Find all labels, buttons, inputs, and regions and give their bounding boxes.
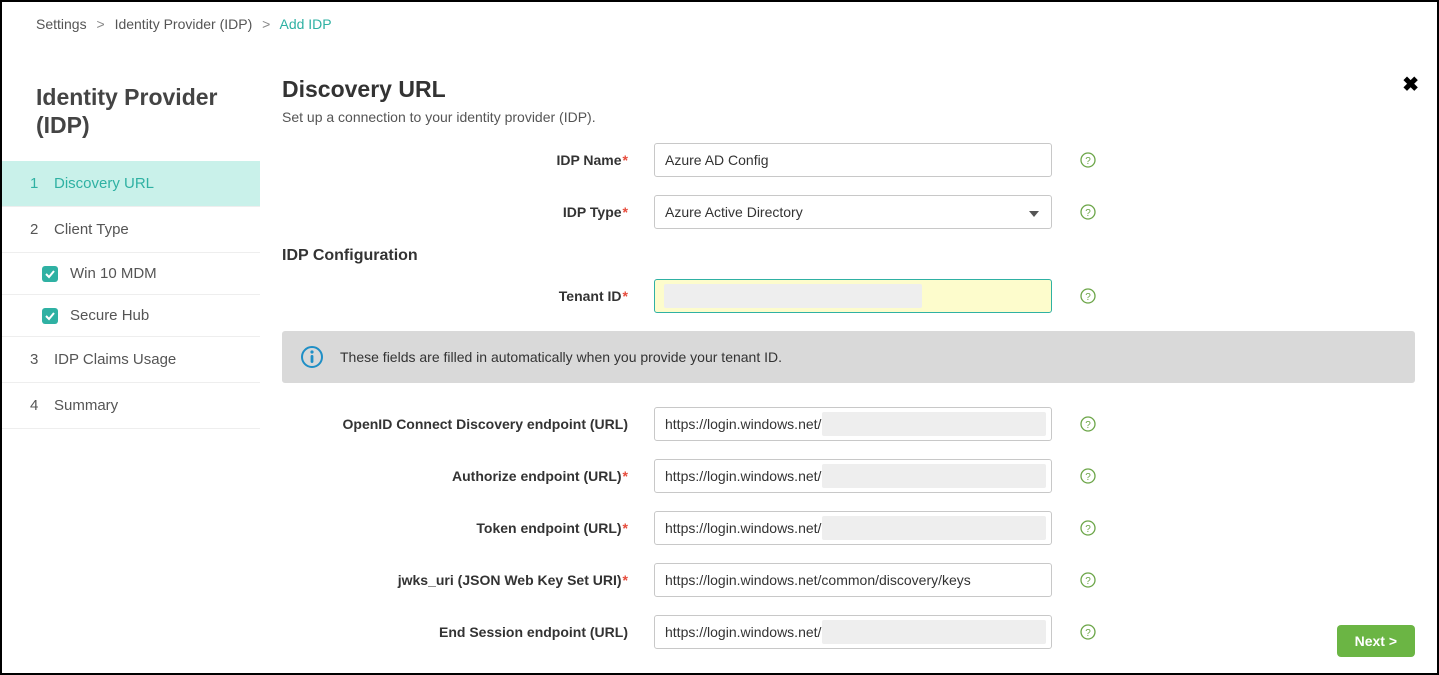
help-icon[interactable]: ? xyxy=(1080,204,1096,220)
svg-text:?: ? xyxy=(1085,208,1091,219)
form-row-authorize: Authorize endpoint (URL)* ? xyxy=(282,459,1415,493)
idp-name-input[interactable] xyxy=(654,143,1052,177)
svg-text:?: ? xyxy=(1085,420,1091,431)
redacted-content xyxy=(822,412,1046,436)
form-row-idp-type: IDP Type* Azure Active Directory ? xyxy=(282,195,1415,229)
step-label: Discovery URL xyxy=(54,175,154,192)
step-number: 2 xyxy=(30,221,48,238)
help-icon[interactable]: ? xyxy=(1080,520,1096,536)
wizard-step-summary[interactable]: 4 Summary xyxy=(2,383,260,429)
close-icon[interactable]: ✖ xyxy=(1402,72,1419,97)
breadcrumb-settings[interactable]: Settings xyxy=(36,16,87,32)
breadcrumb: Settings > Identity Provider (IDP) > Add… xyxy=(2,2,1437,46)
select-value: Azure Active Directory xyxy=(665,204,803,220)
label-token: Token endpoint (URL)* xyxy=(282,520,654,536)
svg-text:?: ? xyxy=(1085,292,1091,303)
help-icon[interactable]: ? xyxy=(1080,468,1096,484)
step-number: 1 xyxy=(30,175,48,192)
form-row-openid: OpenID Connect Discovery endpoint (URL) … xyxy=(282,407,1415,441)
svg-text:?: ? xyxy=(1085,156,1091,167)
caret-down-icon xyxy=(1029,204,1039,220)
sidebar-title: Identity Provider (IDP) xyxy=(2,84,260,161)
svg-text:?: ? xyxy=(1085,576,1091,587)
section-title-idp-config: IDP Configuration xyxy=(282,247,1415,265)
info-banner-text: These fields are filled in automatically… xyxy=(340,349,782,365)
form-row-token: Token endpoint (URL)* ? xyxy=(282,511,1415,545)
redacted-content xyxy=(822,464,1046,488)
page-subtitle: Set up a connection to your identity pro… xyxy=(282,109,1415,125)
svg-text:?: ? xyxy=(1085,628,1091,639)
help-icon[interactable]: ? xyxy=(1080,572,1096,588)
label-tenant-id: Tenant ID* xyxy=(282,288,654,304)
page-title: Discovery URL xyxy=(282,76,1415,103)
breadcrumb-separator: > xyxy=(96,16,104,32)
step-number: 4 xyxy=(30,397,48,414)
step-label: Client Type xyxy=(54,221,129,238)
info-banner: These fields are filled in automatically… xyxy=(282,331,1415,383)
wizard-sidebar: Identity Provider (IDP) 1 Discovery URL … xyxy=(2,46,260,649)
help-icon[interactable]: ? xyxy=(1080,288,1096,304)
breadcrumb-idp[interactable]: Identity Provider (IDP) xyxy=(115,16,253,32)
svg-text:?: ? xyxy=(1085,472,1091,483)
label-openid: OpenID Connect Discovery endpoint (URL) xyxy=(282,416,654,432)
idp-type-select[interactable]: Azure Active Directory xyxy=(654,195,1052,229)
info-icon xyxy=(300,345,324,369)
checkbox-checked-icon xyxy=(42,308,58,324)
wizard-step-client-type[interactable]: 2 Client Type xyxy=(2,207,260,253)
redacted-content xyxy=(822,620,1046,644)
next-button[interactable]: Next > xyxy=(1337,625,1415,657)
form-row-idp-name: IDP Name* ? xyxy=(282,143,1415,177)
form-row-end-session: End Session endpoint (URL) ? xyxy=(282,615,1415,649)
label-end-session: End Session endpoint (URL) xyxy=(282,624,654,640)
step-number: 3 xyxy=(30,351,48,368)
help-icon[interactable]: ? xyxy=(1080,416,1096,432)
wizard-substep-win10-mdm[interactable]: Win 10 MDM xyxy=(2,253,260,295)
breadcrumb-current: Add IDP xyxy=(279,16,331,32)
checkbox-checked-icon xyxy=(42,266,58,282)
label-idp-name: IDP Name* xyxy=(282,152,654,168)
step-label: Summary xyxy=(54,397,118,414)
redacted-content xyxy=(822,516,1046,540)
substep-label: Secure Hub xyxy=(70,307,149,324)
label-jwks: jwks_uri (JSON Web Key Set URI)* xyxy=(282,572,654,588)
form-row-jwks: jwks_uri (JSON Web Key Set URI)* ? xyxy=(282,563,1415,597)
form-row-tenant-id: Tenant ID* ? xyxy=(282,279,1415,313)
help-icon[interactable]: ? xyxy=(1080,624,1096,640)
label-authorize: Authorize endpoint (URL)* xyxy=(282,468,654,484)
substep-label: Win 10 MDM xyxy=(70,265,157,282)
help-icon[interactable]: ? xyxy=(1080,152,1096,168)
redacted-content xyxy=(664,284,922,308)
wizard-step-idp-claims[interactable]: 3 IDP Claims Usage xyxy=(2,337,260,383)
wizard-substep-secure-hub[interactable]: Secure Hub xyxy=(2,295,260,337)
jwks-uri-input[interactable] xyxy=(654,563,1052,597)
breadcrumb-separator: > xyxy=(262,16,270,32)
wizard-step-discovery-url[interactable]: 1 Discovery URL xyxy=(2,161,260,207)
step-label: IDP Claims Usage xyxy=(54,351,176,368)
label-idp-type: IDP Type* xyxy=(282,204,654,220)
main-panel: ✖ Discovery URL Set up a connection to y… xyxy=(260,46,1437,649)
svg-text:?: ? xyxy=(1085,524,1091,535)
